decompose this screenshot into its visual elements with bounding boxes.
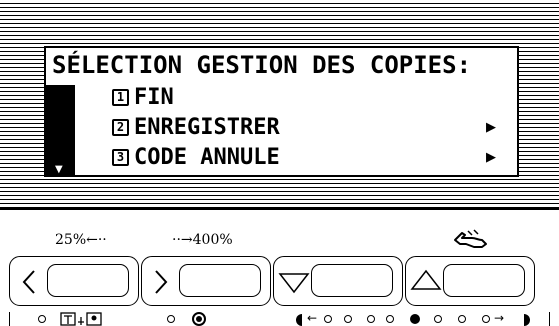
button-slot <box>311 264 393 297</box>
button-slot <box>179 264 261 297</box>
divider <box>9 312 10 326</box>
triangle-down-icon <box>278 272 310 298</box>
lcd-screen: SÉLECTION GESTION DES COPIES: ▼ ➩ 1 FIN … <box>0 0 559 210</box>
exposure-light-icon <box>296 314 302 326</box>
exposure-level-dot <box>434 315 442 323</box>
button-slot <box>443 264 525 297</box>
exposure-level-dot <box>386 315 394 323</box>
lcd-menu-box: SÉLECTION GESTION DES COPIES: ▼ ➩ 1 FIN … <box>44 46 519 177</box>
auto-exposure-icon <box>192 312 206 326</box>
exposure-level-dot <box>458 315 466 323</box>
zoom-up-button[interactable] <box>141 256 271 306</box>
indicator-dot <box>38 315 46 323</box>
submenu-arrow-icon: ▶ <box>486 150 496 165</box>
menu-item-fin[interactable]: 1 FIN <box>112 84 512 114</box>
exposure-level-dot <box>482 315 490 323</box>
lcd-title: SÉLECTION GESTION DES COPIES: <box>52 51 472 79</box>
menu-item-label: FIN <box>134 85 174 110</box>
zoom-down-button[interactable] <box>9 256 139 306</box>
exposure-dark-icon <box>524 314 530 326</box>
indicator-dot <box>167 315 175 323</box>
chevron-left-icon <box>20 269 38 299</box>
indicator-strip: ← → <box>0 311 559 326</box>
triangle-up-icon <box>410 269 442 295</box>
menu-item-number: 3 <box>112 149 129 166</box>
arrow-right-icon: → <box>494 311 505 325</box>
exposure-level-dot <box>324 315 332 323</box>
menu-item-enregistrer[interactable]: 2 ENREGISTRER ▶ <box>112 114 512 144</box>
menu-item-label: ENREGISTRER <box>134 115 280 140</box>
zoom-down-label: 25%←·· <box>55 232 107 248</box>
original-type-icon <box>60 312 102 326</box>
button-slot <box>47 264 129 297</box>
arrow-left-icon: ← <box>307 311 318 325</box>
exposure-level-dot <box>367 315 375 323</box>
scroll-down-icon: ▼ <box>55 164 63 175</box>
submenu-arrow-icon: ▶ <box>486 120 496 135</box>
menu-item-number: 2 <box>112 119 129 136</box>
exposure-level-dot-active <box>410 314 420 324</box>
down-button[interactable] <box>273 256 403 306</box>
menu-item-number: 1 <box>112 89 129 106</box>
menu-item-code-annule[interactable]: 3 CODE ANNULE ▶ <box>112 144 512 174</box>
up-button[interactable] <box>405 256 535 306</box>
cursor-column: ▼ <box>46 85 75 177</box>
hand-pointer-icon <box>452 228 490 252</box>
chevron-right-icon <box>152 269 170 299</box>
exposure-level-dot <box>344 315 352 323</box>
copier-control-panel: SÉLECTION GESTION DES COPIES: ▼ ➩ 1 FIN … <box>0 0 559 326</box>
selection-arrow-icon: ➩ <box>77 116 98 144</box>
divider <box>549 312 550 326</box>
menu-item-label: CODE ANNULE <box>134 145 280 170</box>
zoom-up-label: ··→400% <box>172 232 233 248</box>
